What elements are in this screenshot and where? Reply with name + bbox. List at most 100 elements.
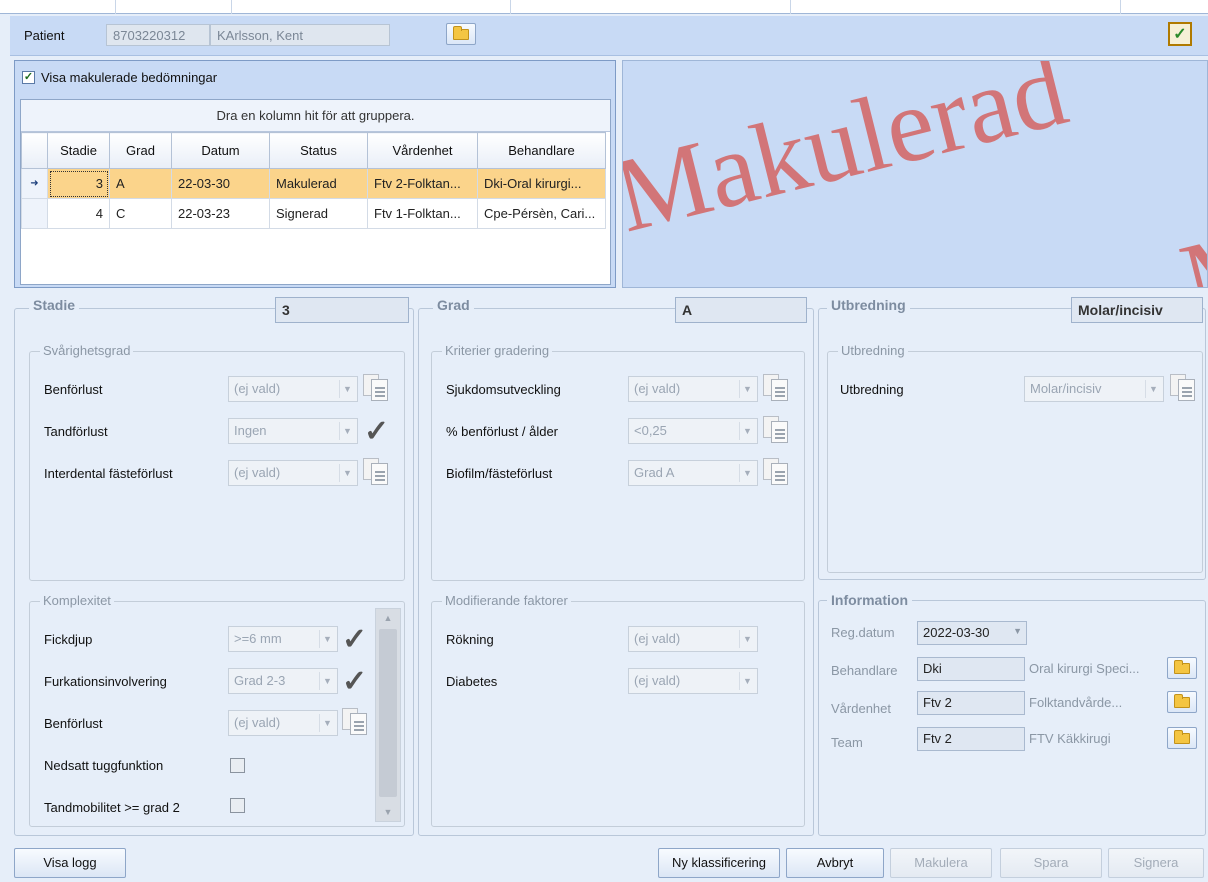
team-text: FTV Käkkirugi [1029,731,1111,746]
column-header-vardenhet[interactable]: Vårdenhet [367,132,478,169]
regdatum-select[interactable]: 2022-03-30 ▼ [917,621,1027,645]
show-voided-label: Visa makulerade bedömningar [41,70,218,85]
tandforlust-label: Tandförlust [44,424,108,439]
utbredning-select[interactable]: Molar/incisiv ▼ [1024,376,1164,402]
spara-button[interactable]: Spara [1000,848,1102,878]
toolbar-divider [231,0,232,14]
komplexitet-title: Komplexitet [40,593,114,608]
rokning-select[interactable]: (ej vald) ▼ [628,626,758,652]
grad-value: A [675,297,807,323]
cell-datum[interactable]: 22-03-30 [171,168,270,199]
chevron-down-icon: ▼ [739,464,755,482]
diabetes-label: Diabetes [446,674,498,689]
makulera-button[interactable]: Makulera [890,848,992,878]
vardenhet-code-field[interactable]: Ftv 2 [917,691,1025,715]
cell-status[interactable]: Signerad [269,198,368,229]
cell-vardenhet[interactable]: Ftv 1-Folktan... [367,198,478,229]
tandforlust-select[interactable]: Ingen ▼ [228,418,358,444]
cell-grad[interactable]: C [109,198,172,229]
grad-title: Grad [433,297,474,313]
show-voided-checkbox[interactable]: ✓ [22,71,35,84]
sjukdomsutveckling-select[interactable]: (ej vald) ▼ [628,376,758,402]
document-icon[interactable] [763,416,789,444]
tandmobilitet-checkbox[interactable] [230,798,245,813]
nedsatt-tuggfunktion-checkbox[interactable] [230,758,245,773]
behandlare-browse-button[interactable] [1167,657,1197,679]
column-header-behandlare[interactable]: Behandlare [477,132,606,169]
scroll-thumb[interactable] [379,629,397,797]
assessment-list-panel: ✓ Visa makulerade bedömningar Dra en kol… [14,60,616,288]
table-row[interactable]: 4 C 22-03-23 Signerad Ftv 1-Folktan... C… [21,198,606,229]
assessment-grid: Dra en kolumn hit för att gruppera. Stad… [20,99,611,285]
furkation-select[interactable]: Grad 2-3 ▼ [228,668,338,694]
chevron-down-icon: ▼ [339,380,355,398]
behandlare-code-field[interactable]: Dki [917,657,1025,681]
team-code-field[interactable]: Ftv 2 [917,727,1025,751]
approve-icon[interactable]: ✓ [1168,22,1192,46]
information-section: Information Reg.datum 2022-03-30 ▼ Behand… [818,592,1206,836]
column-header-datum[interactable]: Datum [171,132,270,169]
scroll-up-icon[interactable]: ▲ [376,609,400,627]
cell-datum[interactable]: 22-03-23 [171,198,270,229]
kriterier-group: Kriterier gradering Sjukdomsutveckling (… [431,343,805,581]
kriterier-title: Kriterier gradering [442,343,553,358]
benforlust-label: Benförlust [44,382,103,397]
document-icon[interactable] [763,458,789,486]
document-icon[interactable] [763,374,789,402]
document-icon[interactable] [363,374,389,402]
document-icon[interactable] [363,458,389,486]
row-indicator [21,198,48,229]
modifierande-title: Modifierande faktorer [442,593,571,608]
biofilm-label: Biofilm/fästeförlust [446,466,553,481]
avbryt-button[interactable]: Avbryt [786,848,884,878]
cell-stadie[interactable]: 3 [47,168,110,199]
column-header-grad[interactable]: Grad [109,132,172,169]
stadie-value: 3 [275,297,409,323]
chevron-down-icon: ▼ [739,422,755,440]
cell-vardenhet[interactable]: Ftv 2-Folktan... [367,168,478,199]
group-by-area[interactable]: Dra en kolumn hit för att gruppera. [21,100,610,132]
biofilm-select[interactable]: Grad A ▼ [628,460,758,486]
checkmark-icon: ✓ [364,415,390,448]
visa-logg-button[interactable]: Visa logg [14,848,126,878]
cell-behandlare[interactable]: Cpe-Pérsèn, Cari... [477,198,606,229]
patient-browse-button[interactable] [446,23,476,45]
table-row[interactable]: ➜ 3 A 22-03-30 Makulerad Ftv 2-Folktan..… [21,168,606,199]
vardenhet-browse-button[interactable] [1167,691,1197,713]
signera-button[interactable]: Signera [1108,848,1204,878]
document-icon[interactable] [1170,374,1196,402]
document-preview: Makulerad M [622,60,1208,288]
scroll-down-icon[interactable]: ▼ [376,803,400,821]
chevron-down-icon: ▼ [319,630,335,648]
patient-name-field: KArlsson, Kent [210,24,390,46]
patient-label: Patient [24,28,65,43]
benforlust-select[interactable]: (ej vald) ▼ [228,376,358,402]
komplexitet-scrollbar[interactable]: ▲ ▼ [375,608,401,822]
cell-status[interactable]: Makulerad [269,168,368,199]
folder-icon [453,25,469,40]
svarighetsgrad-group: Svårighetsgrad Benförlust (ej vald) ▼ Tan… [29,343,405,581]
team-browse-button[interactable] [1167,727,1197,749]
komplex-benforlust-select[interactable]: (ej vald) ▼ [228,710,338,736]
cell-stadie[interactable]: 4 [47,198,110,229]
vardenhet-text: Folktandvårde... [1029,695,1123,710]
document-icon[interactable] [342,708,368,736]
cell-grad[interactable]: A [109,168,172,199]
column-header-status[interactable]: Status [269,132,368,169]
benforlust-alder-select[interactable]: <0,25 ▼ [628,418,758,444]
chevron-down-icon: ▼ [1013,626,1022,636]
fickdjup-select[interactable]: >=6 mm ▼ [228,626,338,652]
column-header-stadie[interactable]: Stadie [47,132,110,169]
diabetes-select[interactable]: (ej vald) ▼ [628,668,758,694]
folder-icon [1174,693,1190,708]
chevron-down-icon: ▼ [319,672,335,690]
row-indicator-arrow-icon: ➜ [21,168,48,199]
cell-behandlare[interactable]: Dki-Oral kirurgi... [477,168,606,199]
modifierande-group: Modifierande faktorer Rökning (ej vald) ▼… [431,593,805,827]
regdatum-label: Reg.datum [831,625,895,640]
ny-klassificering-button[interactable]: Ny klassificering [658,848,780,878]
sjukdomsutveckling-label: Sjukdomsutveckling [446,382,561,397]
interdental-select[interactable]: (ej vald) ▼ [228,460,358,486]
utbredning-group: Utbredning Utbredning Molar/incisiv ▼ [827,343,1203,573]
footer-bar: Visa logg Ny klassificering Avbryt Makul… [0,840,1208,882]
